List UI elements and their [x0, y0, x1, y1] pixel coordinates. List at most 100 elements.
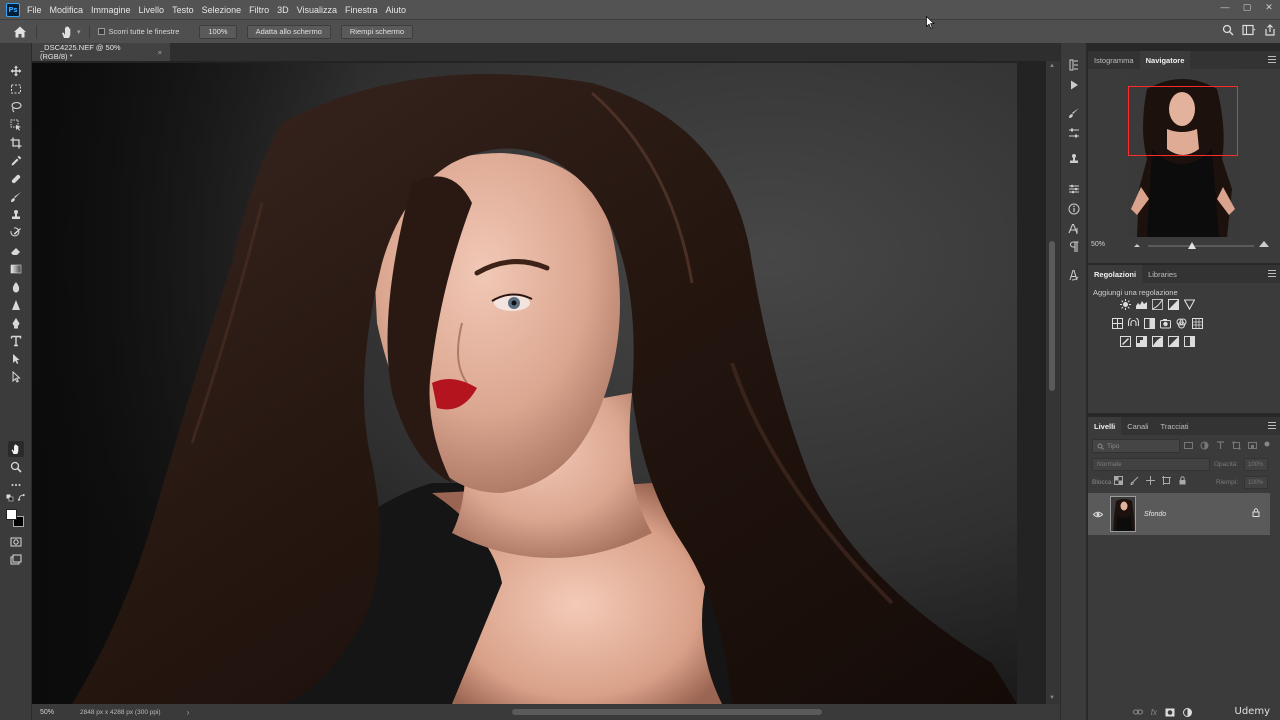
opacity-input[interactable]: 100%	[1244, 458, 1268, 471]
eraser-tool-icon[interactable]	[8, 243, 24, 259]
posterize-icon[interactable]	[1136, 336, 1147, 347]
tab-livelli[interactable]: Livelli	[1088, 417, 1122, 435]
gradient-map-icon[interactable]	[1184, 336, 1195, 347]
channel-mixer-icon[interactable]	[1176, 318, 1187, 329]
tab-navigatore[interactable]: Navigatore	[1139, 51, 1191, 69]
panel-menu-icon[interactable]	[1268, 270, 1276, 277]
zoom-tool-icon[interactable]	[8, 459, 24, 475]
selective-color-icon[interactable]	[1168, 336, 1179, 347]
menu-selezione[interactable]: Selezione	[202, 5, 242, 15]
info-icon[interactable]	[1066, 201, 1082, 217]
character-icon[interactable]	[1066, 221, 1082, 237]
menu-aiuto[interactable]: Aiuto	[386, 5, 407, 15]
lock-transparent-icon[interactable]	[1114, 476, 1123, 485]
menu-filtro[interactable]: Filtro	[249, 5, 269, 15]
default-colors-icon[interactable]	[5, 493, 15, 503]
direct-selection-tool-icon[interactable]	[8, 369, 24, 385]
scroll-down-icon[interactable]: ▼	[1049, 695, 1055, 701]
threshold-icon[interactable]	[1152, 336, 1163, 347]
eyedropper-tool-icon[interactable]	[8, 153, 24, 169]
menu-visualizza[interactable]: Visualizza	[297, 5, 337, 15]
history-panel-icon[interactable]	[1066, 57, 1082, 73]
vibrance-icon[interactable]	[1184, 299, 1195, 310]
chevron-down-icon[interactable]: ▾	[77, 28, 81, 36]
lock-position-icon[interactable]	[1146, 476, 1155, 485]
layer-name[interactable]: Sfondo	[1144, 511, 1166, 518]
layer-row[interactable]: Sfondo	[1088, 493, 1270, 535]
hue-saturation-icon[interactable]	[1112, 318, 1123, 329]
black-white-icon[interactable]	[1144, 318, 1155, 329]
minimize-button[interactable]: —	[1214, 0, 1236, 14]
link-layers-icon[interactable]	[1132, 708, 1143, 716]
share-icon[interactable]	[1264, 24, 1276, 36]
tab-canali[interactable]: Canali	[1121, 417, 1154, 435]
move-tool-icon[interactable]	[8, 63, 24, 79]
path-selection-tool-icon[interactable]	[8, 351, 24, 367]
layer-filter-search[interactable]: Tipo	[1092, 439, 1180, 453]
filter-pixel-icon[interactable]	[1184, 441, 1193, 450]
brushes-icon[interactable]	[1066, 125, 1082, 141]
layer-visibility-toggle[interactable]	[1088, 511, 1108, 518]
menu-file[interactable]: File	[27, 5, 42, 15]
navigator-zoom-slider[interactable]	[1148, 242, 1254, 249]
hand-tool-preset-icon[interactable]	[59, 24, 75, 40]
navigator-thumbnail[interactable]	[1127, 69, 1239, 237]
panel-menu-icon[interactable]	[1268, 56, 1276, 63]
canvas-area[interactable]	[32, 61, 1046, 704]
lock-all-icon[interactable]	[1178, 476, 1187, 485]
new-adjustment-layer-icon[interactable]	[1183, 707, 1192, 717]
clone-stamp-tool-icon[interactable]	[8, 207, 24, 223]
color-lookup-icon[interactable]	[1192, 318, 1203, 329]
levels-icon[interactable]	[1136, 299, 1147, 310]
brightness-contrast-icon[interactable]	[1120, 299, 1131, 310]
dodge-tool-icon[interactable]	[8, 297, 24, 313]
lasso-tool-icon[interactable]	[8, 99, 24, 115]
fx-icon[interactable]: fx	[1151, 708, 1157, 717]
close-button[interactable]: ✕	[1258, 0, 1280, 14]
add-mask-icon[interactable]	[1165, 708, 1175, 717]
layer-thumbnail[interactable]	[1110, 496, 1136, 532]
brush-settings-icon[interactable]	[1066, 105, 1082, 121]
blend-mode-select[interactable]: Normale	[1092, 458, 1210, 471]
tab-libraries[interactable]: Libraries	[1142, 265, 1183, 283]
search-icon[interactable]	[1222, 24, 1234, 36]
zoom-out-icon[interactable]	[1132, 241, 1142, 249]
type-tool-icon[interactable]	[8, 333, 24, 349]
status-menu-arrow[interactable]: ›	[187, 708, 190, 717]
blur-tool-icon[interactable]	[8, 279, 24, 295]
zoom-in-icon[interactable]	[1258, 239, 1270, 249]
menu-livello[interactable]: Livello	[139, 5, 165, 15]
zoom-slider-knob[interactable]	[1188, 242, 1196, 249]
swap-colors-icon[interactable]	[17, 493, 27, 503]
menu-3d[interactable]: 3D	[277, 5, 289, 15]
fill-input[interactable]: 100%	[1244, 476, 1268, 489]
gradient-tool-icon[interactable]	[8, 261, 24, 277]
glyphs-icon[interactable]	[1066, 267, 1082, 283]
portrait-photo[interactable]	[32, 63, 1017, 704]
exposure-icon[interactable]	[1168, 299, 1179, 310]
horizontal-scroll-thumb[interactable]	[512, 709, 822, 715]
quick-mask-icon[interactable]	[8, 534, 24, 550]
filter-shape-icon[interactable]	[1232, 441, 1241, 450]
workspace-icon[interactable]	[1242, 24, 1256, 36]
fit-screen-button[interactable]: Adatta allo schermo	[246, 24, 331, 39]
maximize-button[interactable]: ▢	[1236, 0, 1258, 14]
properties-icon[interactable]	[1066, 181, 1082, 197]
lock-pixels-icon[interactable]	[1130, 476, 1139, 485]
zoom-100-button[interactable]: 100%	[199, 24, 237, 39]
filter-adjustment-icon[interactable]	[1200, 441, 1209, 450]
navigator-zoom-value[interactable]: 50%	[1091, 241, 1105, 248]
hand-tool-icon[interactable]	[8, 441, 24, 457]
scroll-all-windows-checkbox[interactable]	[97, 28, 105, 35]
pen-tool-icon[interactable]	[8, 315, 24, 331]
menu-modifica[interactable]: Modifica	[50, 5, 84, 15]
layer-lock-icon[interactable]	[1252, 508, 1260, 517]
horizontal-scrollbar[interactable]	[472, 709, 1022, 715]
invert-icon[interactable]	[1120, 336, 1131, 347]
menu-immagine[interactable]: Immagine	[91, 5, 131, 15]
object-selection-tool-icon[interactable]	[8, 117, 24, 133]
filter-type-icon[interactable]	[1216, 441, 1225, 450]
screen-mode-icon[interactable]	[8, 552, 24, 568]
marquee-tool-icon[interactable]	[8, 81, 24, 97]
history-brush-tool-icon[interactable]	[8, 225, 24, 241]
